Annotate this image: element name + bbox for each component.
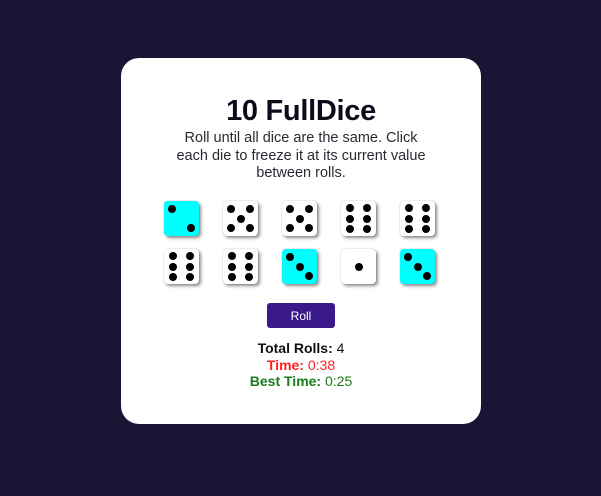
die-pip <box>227 223 236 232</box>
time-stat: Time: 0:38 <box>121 357 481 374</box>
roll-button[interactable]: Roll <box>267 303 335 328</box>
die-pip <box>405 214 414 223</box>
die-pip <box>346 204 355 212</box>
die-pip <box>405 225 414 233</box>
game-card: 10 FullDice Roll until all dice are the … <box>121 58 481 424</box>
game-instructions: Roll until all dice are the same. Click … <box>176 130 426 181</box>
die-10[interactable] <box>400 249 435 284</box>
die-pip <box>169 262 178 271</box>
die-2[interactable] <box>223 201 258 236</box>
total-rolls-value: 4 <box>336 340 345 356</box>
die-pip <box>228 262 237 271</box>
best-time-value: 0:25 <box>324 373 353 389</box>
best-time-label: Best Time: <box>249 373 322 389</box>
die-pip <box>228 252 237 260</box>
die-pip <box>169 273 178 281</box>
die-pip <box>185 262 194 271</box>
die-9[interactable] <box>341 249 376 284</box>
die-pip <box>286 205 295 214</box>
die-pip <box>244 262 253 271</box>
die-pip <box>187 224 196 233</box>
die-pip <box>245 223 254 232</box>
die-1[interactable] <box>164 201 199 236</box>
die-pip <box>304 223 313 232</box>
die-pip <box>346 214 355 223</box>
time-label: Time: <box>266 356 304 373</box>
die-pip <box>245 205 254 214</box>
time-value: 0:38 <box>307 356 336 373</box>
die-pip <box>362 225 371 233</box>
die-pip <box>423 272 432 281</box>
die-pip <box>305 272 314 281</box>
dice-grid <box>164 201 440 288</box>
die-pip <box>354 262 363 271</box>
die-8[interactable] <box>282 249 317 284</box>
die-pip <box>286 223 295 232</box>
die-3[interactable] <box>282 201 317 236</box>
die-pip <box>185 273 194 281</box>
die-4[interactable] <box>341 201 376 236</box>
die-pip <box>236 214 245 223</box>
die-pip <box>185 252 194 260</box>
die-pip <box>421 214 430 223</box>
total-rolls-stat: Total Rolls: 4 <box>121 340 481 357</box>
die-pip <box>362 214 371 223</box>
best-time-stat: Best Time: 0:25 <box>121 373 481 390</box>
die-pip <box>346 225 355 233</box>
die-pip <box>405 204 414 212</box>
die-pip <box>403 252 412 261</box>
die-5[interactable] <box>400 201 435 236</box>
die-7[interactable] <box>223 249 258 284</box>
die-pip <box>169 252 178 260</box>
die-pip <box>285 252 294 261</box>
die-pip <box>362 204 371 212</box>
die-pip <box>421 225 430 233</box>
die-pip <box>167 204 176 213</box>
die-pip <box>295 214 304 223</box>
die-pip <box>228 273 237 281</box>
die-pip <box>244 273 253 281</box>
die-pip <box>421 204 430 212</box>
die-pip <box>295 262 304 271</box>
die-pip <box>304 205 313 214</box>
stats-panel: Total Rolls: 4 Time: 0:38 Best Time: 0:2… <box>121 340 481 390</box>
game-title: 10 FullDice <box>226 95 376 127</box>
die-pip <box>413 262 422 271</box>
die-pip <box>244 252 253 260</box>
total-rolls-label: Total Rolls: <box>257 340 333 356</box>
die-pip <box>227 205 236 214</box>
die-6[interactable] <box>164 249 199 284</box>
